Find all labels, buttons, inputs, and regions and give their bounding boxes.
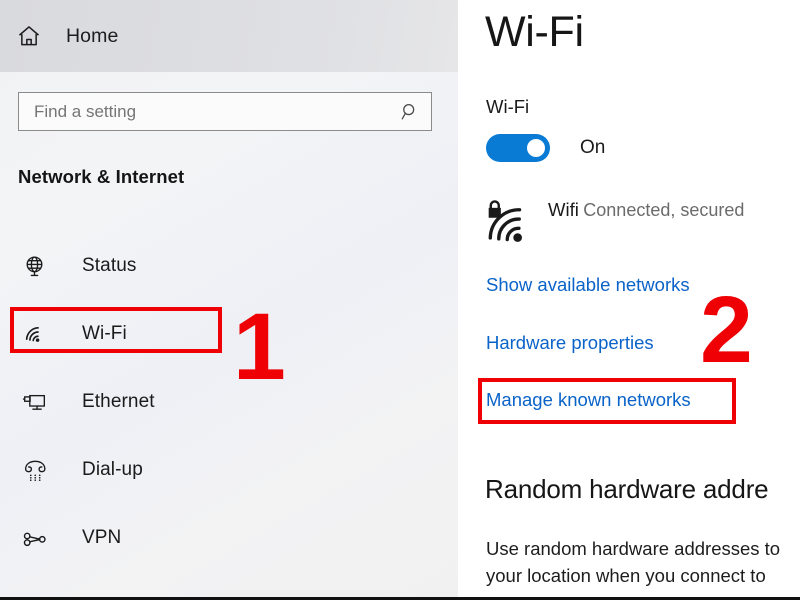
annotation-marker-1: 1 bbox=[233, 294, 286, 400]
airplane-icon bbox=[22, 591, 56, 597]
wifi-secured-icon bbox=[484, 196, 536, 246]
sidebar-item-label: Airplane mode bbox=[82, 595, 206, 597]
random-hardware-body-line-2: your location when you connect to bbox=[486, 565, 766, 587]
sidebar-item-label: Wi-Fi bbox=[82, 323, 127, 344]
sidebar-item-label: Dial-up bbox=[82, 459, 143, 480]
sidebar-item-label: Ethernet bbox=[82, 391, 155, 412]
sidebar-item-airplane-mode[interactable]: Airplane mode bbox=[0, 572, 458, 597]
sidebar-item-label: VPN bbox=[82, 527, 122, 548]
vpn-icon bbox=[22, 523, 56, 553]
dialup-icon bbox=[22, 455, 56, 485]
ethernet-icon bbox=[22, 387, 56, 417]
settings-window: Home Network & Internet bbox=[0, 0, 800, 600]
network-name: Wifi bbox=[548, 199, 579, 220]
network-text: Wifi Connected, secured bbox=[548, 196, 744, 222]
annotation-marker-2: 2 bbox=[700, 277, 753, 383]
sidebar-item-vpn[interactable]: VPN bbox=[0, 504, 458, 572]
sidebar-item-status[interactable]: Status bbox=[0, 232, 458, 300]
toggle-knob bbox=[527, 139, 545, 157]
globe-icon bbox=[22, 251, 56, 281]
show-available-networks-link[interactable]: Show available networks bbox=[486, 274, 690, 296]
sidebar-item-label: Status bbox=[82, 255, 137, 276]
sidebar-item-ethernet[interactable]: Ethernet bbox=[0, 368, 458, 436]
random-hardware-heading: Random hardware addre bbox=[485, 474, 769, 504]
home-icon bbox=[14, 21, 44, 51]
page-title: Wi-Fi bbox=[485, 8, 584, 56]
random-hardware-body-line-1: Use random hardware addresses to bbox=[486, 538, 781, 559]
home-label: Home bbox=[66, 24, 119, 47]
hardware-properties-link[interactable]: Hardware properties bbox=[486, 332, 654, 354]
wifi-toggle-row[interactable]: On bbox=[486, 134, 605, 162]
search-icon[interactable] bbox=[399, 101, 421, 123]
section-heading: Network & Internet bbox=[18, 166, 185, 187]
search-input[interactable] bbox=[34, 93, 399, 130]
sidebar-item-wifi[interactable]: Wi-Fi bbox=[0, 300, 458, 368]
wifi-toggle-label: Wi-Fi bbox=[486, 96, 530, 117]
wifi-toggle-state: On bbox=[580, 137, 606, 158]
sidebar: Home Network & Internet bbox=[0, 0, 458, 597]
wifi-icon bbox=[22, 319, 56, 349]
sidebar-item-dialup[interactable]: Dial-up bbox=[0, 436, 458, 504]
random-hardware-body: Use random hardware addresses to your lo… bbox=[486, 535, 800, 590]
wifi-toggle-switch[interactable] bbox=[486, 134, 550, 162]
home-nav-button[interactable]: Home bbox=[0, 0, 458, 72]
manage-known-networks-link[interactable]: Manage known networks bbox=[486, 389, 691, 411]
search-box[interactable] bbox=[18, 92, 432, 131]
network-status: Connected, secured bbox=[583, 200, 745, 220]
sidebar-nav: Status Wi-Fi Ethernet Dial-up VPN bbox=[0, 232, 458, 597]
connected-network-row[interactable]: Wifi Connected, secured bbox=[484, 196, 744, 246]
